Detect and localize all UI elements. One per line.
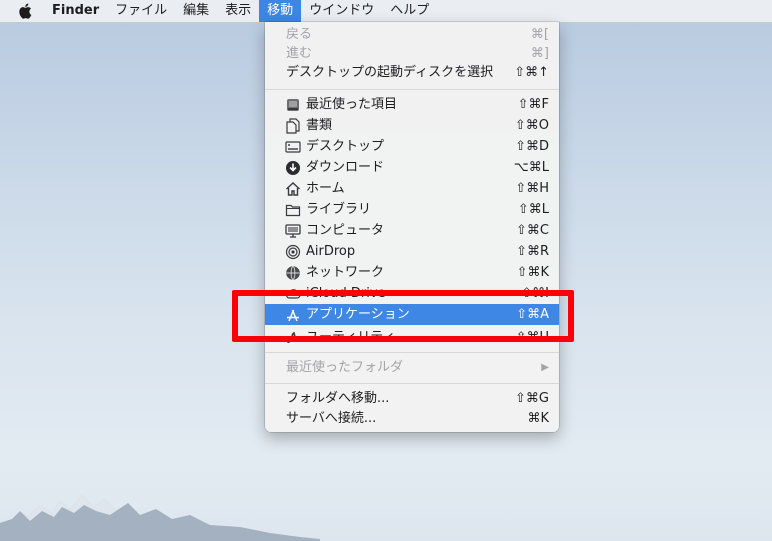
shortcut: ⌘K (527, 411, 549, 426)
menu-item-network[interactable]: ネットワーク ⇧⌘K (265, 262, 559, 283)
apple-logo-icon (19, 3, 32, 19)
menu-item-label: フォルダへ移動... (286, 391, 390, 406)
go-menu-dropdown: 戻る ⌘[ 進む ⌘] デスクトップの起動ディスクを選択 ⇧⌘↑ 最近使った項目… (265, 22, 559, 432)
download-icon (286, 161, 300, 175)
shortcut: ⇧⌘C (516, 223, 549, 238)
menu-separator (265, 352, 559, 353)
menu-finder[interactable]: Finder (44, 0, 107, 22)
menu-item-label: 最近使った項目 (306, 97, 398, 112)
menu-item-label: コンピュータ (306, 223, 385, 238)
shortcut: ⇧⌘D (515, 139, 549, 154)
menu-item-label: ライブラリ (306, 202, 372, 217)
menu-item-label: 戻る (286, 27, 313, 42)
shortcut: ⌘] (530, 46, 549, 61)
menu-item-label: 最近使ったフォルダ (286, 360, 404, 375)
menu-item-select-startup-disk[interactable]: デスクトップの起動ディスクを選択 ⇧⌘↑ (265, 62, 559, 83)
menu-item-label: 進む (286, 46, 313, 61)
shortcut: ⇧⌘O (514, 118, 549, 133)
menu-item-downloads[interactable]: ダウンロード ⌥⌘L (265, 157, 559, 178)
menu-item-desktop[interactable]: デスクトップ ⇧⌘D (265, 136, 559, 157)
network-icon (286, 265, 300, 281)
shortcut: ⌘[ (530, 27, 549, 42)
highlight-box (232, 290, 574, 342)
menu-item-label: AirDrop (306, 244, 356, 259)
submenu-arrow-icon: ▶ (541, 362, 549, 373)
menu-window[interactable]: ウインドウ (301, 0, 382, 22)
shortcut: ⇧⌘L (517, 202, 549, 217)
menu-item-recent-folders[interactable]: 最近使ったフォルダ ▶ (265, 357, 559, 378)
menu-separator (265, 89, 559, 90)
menu-file[interactable]: ファイル (107, 0, 175, 22)
menu-item-home[interactable]: ホーム ⇧⌘H (265, 178, 559, 199)
shortcut: ⇧⌘H (515, 181, 549, 196)
menu-item-back[interactable]: 戻る ⌘[ (265, 24, 559, 45)
menu-item-forward[interactable]: 進む ⌘] (265, 43, 559, 64)
menu-item-recents[interactable]: 最近使った項目 ⇧⌘F (265, 94, 559, 115)
menu-bar: Finder ファイル 編集 表示 移動 ウインドウ ヘルプ (0, 0, 772, 23)
menu-separator (265, 383, 559, 384)
menu-item-airdrop[interactable]: AirDrop ⇧⌘R (265, 241, 559, 262)
desktop-icon (285, 141, 301, 153)
menu-item-label: 書類 (306, 118, 333, 133)
shortcut: ⇧⌘K (516, 265, 549, 280)
menu-item-label: ダウンロード (306, 160, 385, 175)
shortcut: ⇧⌘↑ (514, 65, 549, 80)
menu-view[interactable]: 表示 (217, 0, 259, 22)
menu-item-label: サーバへ接続... (286, 411, 377, 426)
menu-item-label: デスクトップ (306, 139, 385, 154)
recents-icon (287, 99, 299, 111)
shortcut: ⇧⌘G (515, 391, 549, 406)
menu-item-computer[interactable]: コンピュータ ⇧⌘C (265, 220, 559, 241)
computer-icon (285, 224, 301, 238)
menu-item-library[interactable]: ライブラリ ⇧⌘L (265, 199, 559, 220)
menu-go[interactable]: 移動 (259, 0, 302, 22)
menu-item-connect-to-server[interactable]: サーバへ接続... ⌘K (265, 408, 559, 429)
menu-item-label: ホーム (306, 181, 345, 196)
shortcut: ⌥⌘L (513, 160, 549, 175)
folder-icon (285, 204, 301, 217)
menu-item-go-to-folder[interactable]: フォルダへ移動... ⇧⌘G (265, 388, 559, 409)
shortcut: ⇧⌘F (517, 97, 549, 112)
documents-icon (286, 118, 300, 134)
menu-edit[interactable]: 編集 (175, 0, 217, 22)
menu-help[interactable]: ヘルプ (382, 0, 437, 22)
shortcut: ⇧⌘R (516, 244, 549, 259)
menu-item-documents[interactable]: 書類 ⇧⌘O (265, 115, 559, 136)
menu-item-label: ネットワーク (306, 265, 385, 280)
home-icon (286, 182, 300, 196)
menu-item-label: デスクトップの起動ディスクを選択 (286, 65, 494, 80)
desktop-wallpaper-mountains (0, 495, 320, 541)
airdrop-icon (285, 244, 301, 260)
apple-menu[interactable] (0, 0, 44, 22)
